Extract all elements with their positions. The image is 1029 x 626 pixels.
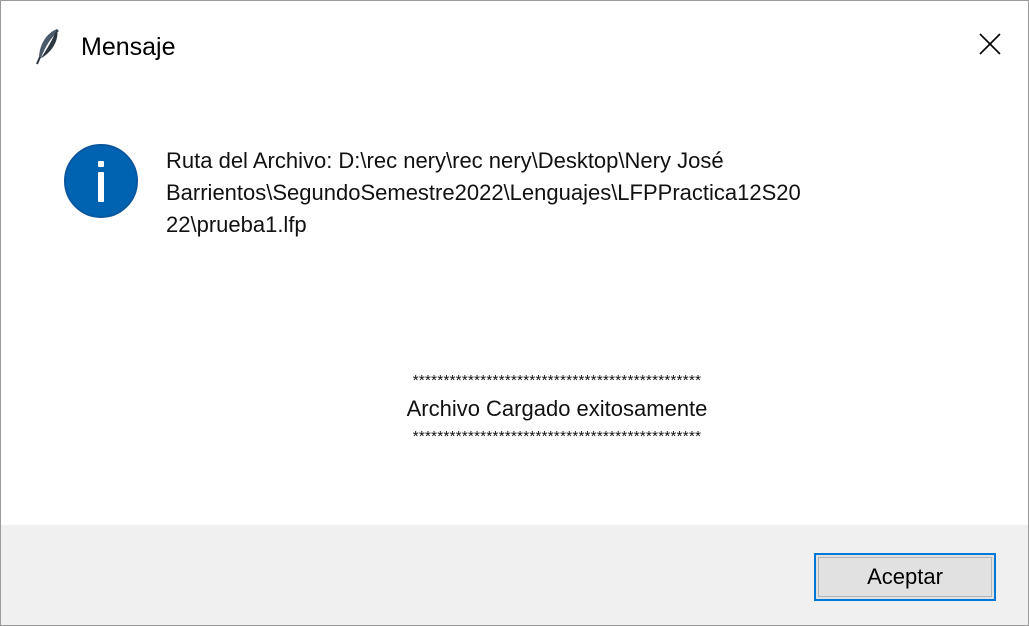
status-text: Archivo Cargado exitosamente [406, 396, 708, 421]
window-title: Mensaje [81, 33, 176, 61]
feather-icon [33, 27, 63, 65]
stars-top: ****************************************… [412, 373, 702, 389]
message-line: 22\prueba1.lfp [166, 212, 307, 237]
dialog-body: Ruta del Archivo: D:\rec nery\rec nery\D… [1, 91, 1028, 525]
message-line: Barrientos\SegundoSemestre2022\Lenguajes… [166, 180, 801, 205]
close-button[interactable] [952, 1, 1028, 91]
status-block: ****************************************… [277, 373, 837, 445]
dialog-footer: Aceptar [1, 525, 1028, 625]
ok-button-label: Aceptar [867, 564, 943, 589]
stars-bottom: ****************************************… [412, 429, 702, 445]
ok-button[interactable]: Aceptar [814, 553, 996, 601]
title-bar[interactable]: Mensaje [1, 1, 1028, 91]
message-dialog: Mensaje Ruta del Archivo: D:\rec nery\re… [0, 0, 1029, 626]
message-line: Ruta del Archivo: D:\rec nery\rec nery\D… [166, 148, 724, 173]
info-icon [63, 143, 139, 219]
close-icon [979, 32, 1001, 60]
message-text: Ruta del Archivo: D:\rec nery\rec nery\D… [166, 145, 986, 241]
